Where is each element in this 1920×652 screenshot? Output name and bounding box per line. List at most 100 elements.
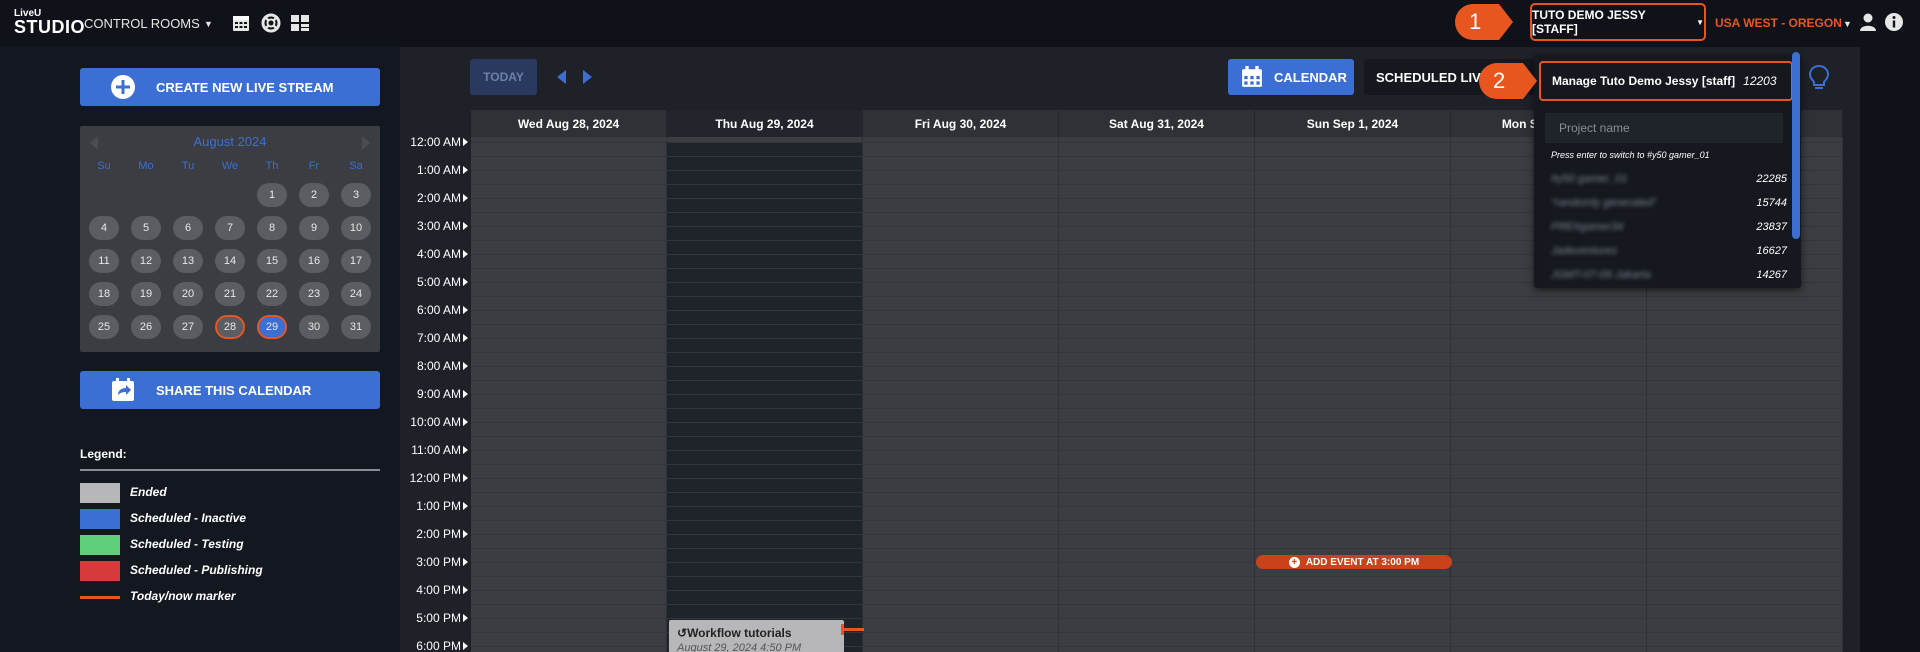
mini-calendar-day[interactable]: 23 bbox=[299, 282, 329, 306]
mini-calendar-day[interactable]: 21 bbox=[215, 282, 245, 306]
mini-calendar-day[interactable]: 2 bbox=[299, 183, 329, 207]
account-switcher-button[interactable]: TUTO DEMO JESSY [STAFF] ▼ bbox=[1530, 3, 1706, 41]
hour-line bbox=[471, 590, 1843, 591]
mini-calendar-day[interactable]: 5 bbox=[131, 216, 161, 240]
mini-calendar-day[interactable]: 28 bbox=[215, 315, 245, 339]
legend-swatch bbox=[80, 596, 120, 599]
mini-calendar-day[interactable]: 20 bbox=[173, 282, 203, 306]
legend-label: Today/now marker bbox=[130, 589, 236, 603]
mini-calendar-day[interactable]: 27 bbox=[173, 315, 203, 339]
create-live-stream-button[interactable]: CREATE NEW LIVE STREAM bbox=[80, 68, 380, 106]
day-header[interactable]: Sun Sep 1, 2024 bbox=[1255, 110, 1451, 137]
mini-calendar-day[interactable]: 16 bbox=[299, 249, 329, 273]
calendar-icon bbox=[1242, 66, 1262, 87]
layout-grid-icon[interactable] bbox=[290, 13, 310, 33]
hour-line bbox=[471, 436, 1843, 437]
hour-line bbox=[471, 352, 1843, 353]
mini-calendar-day[interactable]: 31 bbox=[341, 315, 371, 339]
project-name: #y50 gamer_01 bbox=[1551, 173, 1628, 185]
mini-calendar-day[interactable]: 14 bbox=[215, 249, 245, 273]
time-label: 6:00 AM bbox=[400, 303, 468, 317]
mini-calendar-day[interactable]: 25 bbox=[89, 315, 119, 339]
mini-calendar-day[interactable]: 26 bbox=[131, 315, 161, 339]
user-icon[interactable] bbox=[1858, 12, 1878, 32]
mini-calendar-day[interactable]: 9 bbox=[299, 216, 329, 240]
hour-line bbox=[471, 548, 1843, 549]
mini-calendar-day[interactable]: 11 bbox=[89, 249, 119, 273]
logo-wordmark: STUDIO bbox=[14, 17, 86, 37]
project-list-item[interactable]: PRE#gamer34 23837 bbox=[1551, 221, 1787, 233]
hour-line bbox=[471, 450, 1843, 451]
next-week-arrow-icon[interactable] bbox=[583, 70, 592, 84]
mini-calendar-day[interactable]: 10 bbox=[341, 216, 371, 240]
day-header[interactable]: Thu Aug 29, 2024 bbox=[667, 110, 863, 137]
event-workflow-tutorials[interactable]: ↺Workflow tutorials August 29, 2024 4:50… bbox=[669, 620, 844, 652]
project-name: JGMT-07-09 Jakarta bbox=[1551, 269, 1651, 281]
mini-calendar-day[interactable]: 4 bbox=[89, 216, 119, 240]
mini-calendar-day[interactable]: 29 bbox=[257, 315, 287, 339]
project-id: 15744 bbox=[1756, 197, 1787, 209]
legend-divider bbox=[80, 469, 380, 471]
calendar-view-button[interactable]: CALENDAR bbox=[1228, 59, 1354, 95]
hour-line bbox=[471, 562, 1843, 563]
callout-badge-2: 2 bbox=[1479, 63, 1537, 99]
lightbulb-icon[interactable] bbox=[1808, 64, 1830, 92]
time-label: 4:00 AM bbox=[400, 247, 468, 261]
time-label: 6:00 PM bbox=[400, 639, 468, 652]
project-search-input[interactable] bbox=[1545, 113, 1783, 143]
mini-calendar-day[interactable]: 19 bbox=[131, 282, 161, 306]
region-selector[interactable]: USA WEST - OREGON bbox=[1715, 16, 1842, 30]
mini-calendar-dow: Mo bbox=[138, 160, 154, 172]
day-header[interactable]: Wed Aug 28, 2024 bbox=[471, 110, 667, 137]
hour-line bbox=[471, 310, 1843, 311]
time-label: 3:00 PM bbox=[400, 555, 468, 569]
share-calendar-button[interactable]: SHARE THIS CALENDAR bbox=[80, 371, 380, 409]
manage-account-item[interactable]: Manage Tuto Demo Jessy [staff] 12203 bbox=[1539, 61, 1793, 101]
dropdown-scrollbar[interactable] bbox=[1792, 52, 1800, 239]
mini-calendar-day[interactable]: 13 bbox=[173, 249, 203, 273]
project-list-item[interactable]: Jadeventures 16627 bbox=[1551, 245, 1787, 257]
liveu-studio-logo[interactable]: LiveU STUDIO bbox=[14, 9, 86, 37]
control-rooms-menu[interactable]: CONTROL ROOMS bbox=[84, 16, 200, 31]
mini-calendar: August 2024 Su Mo Tu We Th Fr Sa 1 2 3 4 5 6 7 8 9 10 11… bbox=[80, 126, 380, 352]
mini-calendar-day[interactable]: 8 bbox=[257, 216, 287, 240]
hour-line bbox=[471, 576, 1843, 577]
hour-line bbox=[471, 324, 1843, 325]
mini-calendar-day[interactable]: 3 bbox=[341, 183, 371, 207]
day-header[interactable]: Fri Aug 30, 2024 bbox=[863, 110, 1059, 137]
search-hint: Press enter to switch to #y50 gamer_01 bbox=[1551, 150, 1710, 160]
mini-calendar-day[interactable]: 7 bbox=[215, 216, 245, 240]
project-list-item[interactable]: #y50 gamer_01 22285 bbox=[1551, 173, 1787, 185]
project-list-item[interactable]: "randomly generated" 15744 bbox=[1551, 197, 1787, 209]
mini-calendar-day[interactable]: 18 bbox=[89, 282, 119, 306]
now-marker bbox=[841, 624, 864, 635]
project-list-item[interactable]: JGMT-07-09 Jakarta 14267 bbox=[1551, 269, 1787, 281]
mini-calendar-day[interactable]: 24 bbox=[341, 282, 371, 306]
next-month-arrow-icon[interactable] bbox=[362, 136, 370, 150]
hour-line bbox=[471, 394, 1843, 395]
add-event-button[interactable]: + ADD EVENT AT 3:00 PM bbox=[1256, 555, 1452, 569]
today-button[interactable]: TODAY bbox=[470, 59, 537, 95]
mini-calendar-day[interactable]: 30 bbox=[299, 315, 329, 339]
chevron-down-icon[interactable]: ▼ bbox=[204, 19, 213, 29]
mini-calendar-day[interactable]: 15 bbox=[257, 249, 287, 273]
callout-badge-1: 1 bbox=[1455, 4, 1513, 40]
lifebuoy-icon[interactable] bbox=[261, 13, 281, 33]
time-label: 8:00 AM bbox=[400, 359, 468, 373]
hour-line bbox=[471, 366, 1843, 367]
time-label: 1:00 PM bbox=[400, 499, 468, 513]
previous-week-arrow-icon[interactable] bbox=[557, 70, 566, 84]
mini-calendar-day[interactable]: 6 bbox=[173, 216, 203, 240]
hour-line bbox=[471, 506, 1843, 507]
chevron-down-icon[interactable]: ▼ bbox=[1843, 19, 1852, 29]
info-icon[interactable] bbox=[1884, 12, 1904, 32]
calendar-icon[interactable] bbox=[231, 13, 251, 33]
mini-calendar-day[interactable]: 12 bbox=[131, 249, 161, 273]
day-header[interactable]: Sat Aug 31, 2024 bbox=[1059, 110, 1255, 137]
mini-calendar-day[interactable]: 1 bbox=[257, 183, 287, 207]
mini-calendar-day[interactable]: 22 bbox=[257, 282, 287, 306]
project-id: 14267 bbox=[1756, 269, 1787, 281]
plus-circle-icon: + bbox=[1288, 556, 1300, 568]
legend-title: Legend: bbox=[80, 447, 127, 461]
mini-calendar-day[interactable]: 17 bbox=[341, 249, 371, 273]
